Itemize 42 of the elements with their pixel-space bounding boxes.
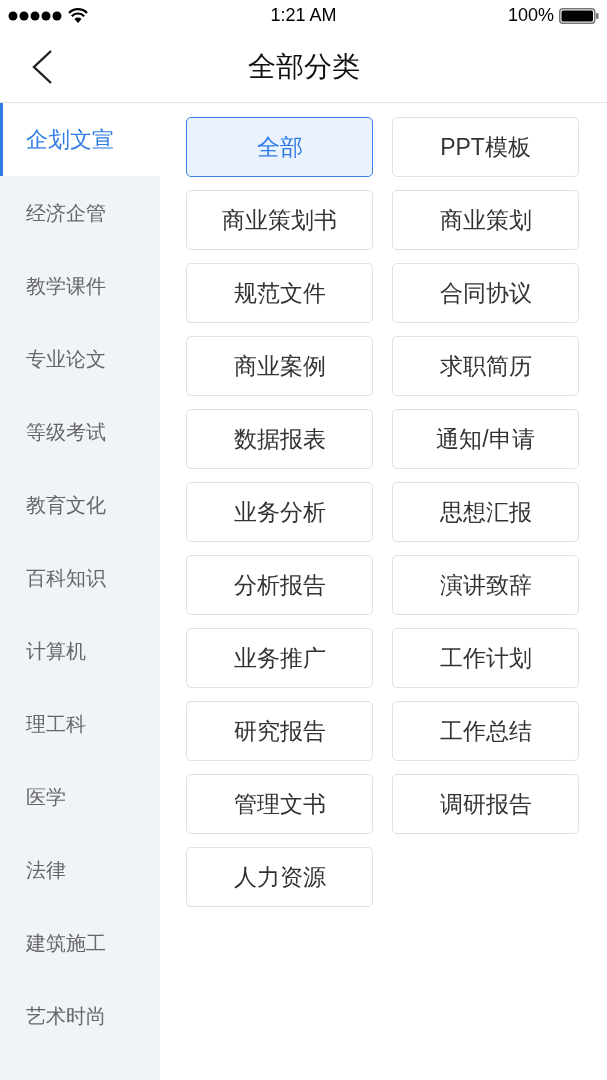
sidebar-item[interactable]: 教育文化: [0, 468, 160, 541]
battery-percentage: 100%: [507, 4, 554, 27]
category-button[interactable]: 分析报告: [186, 555, 373, 615]
category-button[interactable]: 调研报告: [392, 774, 579, 834]
category-button[interactable]: 数据报表: [186, 409, 373, 469]
sidebar-item[interactable]: 百科知识: [0, 541, 160, 614]
sidebar-item[interactable]: 计算机: [0, 614, 160, 687]
sidebar-item[interactable]: 法律: [0, 833, 160, 906]
sidebar-item[interactable]: 理工科: [0, 687, 160, 760]
category-button[interactable]: 合同协议: [392, 263, 579, 323]
sidebar-item[interactable]: 建筑施工: [0, 906, 160, 979]
sidebar-item[interactable]: 企划文宣: [0, 103, 160, 176]
category-button[interactable]: 求职简历: [392, 336, 579, 396]
sidebar-item[interactable]: 教学课件: [0, 249, 160, 322]
category-button[interactable]: 思想汇报: [392, 482, 579, 542]
back-button[interactable]: [30, 50, 54, 84]
category-button[interactable]: 商业策划书: [186, 190, 373, 250]
signal-icon: [8, 10, 62, 21]
chevron-left-icon: [31, 50, 53, 84]
category-button[interactable]: 通知/申请: [392, 409, 579, 469]
category-button[interactable]: 演讲致辞: [392, 555, 579, 615]
status-time: 1:21 AM: [270, 4, 337, 27]
category-button[interactable]: 人力资源: [186, 847, 373, 907]
sidebar-item[interactable]: 专业论文: [0, 322, 160, 395]
sidebar-item[interactable]: 等级考试: [0, 395, 160, 468]
category-button[interactable]: 工作计划: [392, 628, 579, 688]
category-button[interactable]: 规范文件: [186, 263, 373, 323]
sidebar-item[interactable]: 经济企管: [0, 176, 160, 249]
category-button[interactable]: 业务推广: [186, 628, 373, 688]
wifi-icon: [68, 8, 88, 23]
category-button[interactable]: 商业案例: [186, 336, 373, 396]
category-button[interactable]: 工作总结: [392, 701, 579, 761]
sidebar-item[interactable]: 医学: [0, 760, 160, 833]
category-button[interactable]: 业务分析: [186, 482, 373, 542]
category-button[interactable]: PPT模板: [392, 117, 579, 177]
category-button[interactable]: 研究报告: [186, 701, 373, 761]
battery-icon: [559, 7, 599, 24]
sidebar-item[interactable]: 艺术时尚: [0, 979, 160, 1052]
page-title: 全部分类: [247, 49, 360, 84]
category-button[interactable]: 全部: [186, 117, 373, 177]
category-button[interactable]: 管理文书: [186, 774, 373, 834]
category-button[interactable]: 商业策划: [392, 190, 579, 250]
